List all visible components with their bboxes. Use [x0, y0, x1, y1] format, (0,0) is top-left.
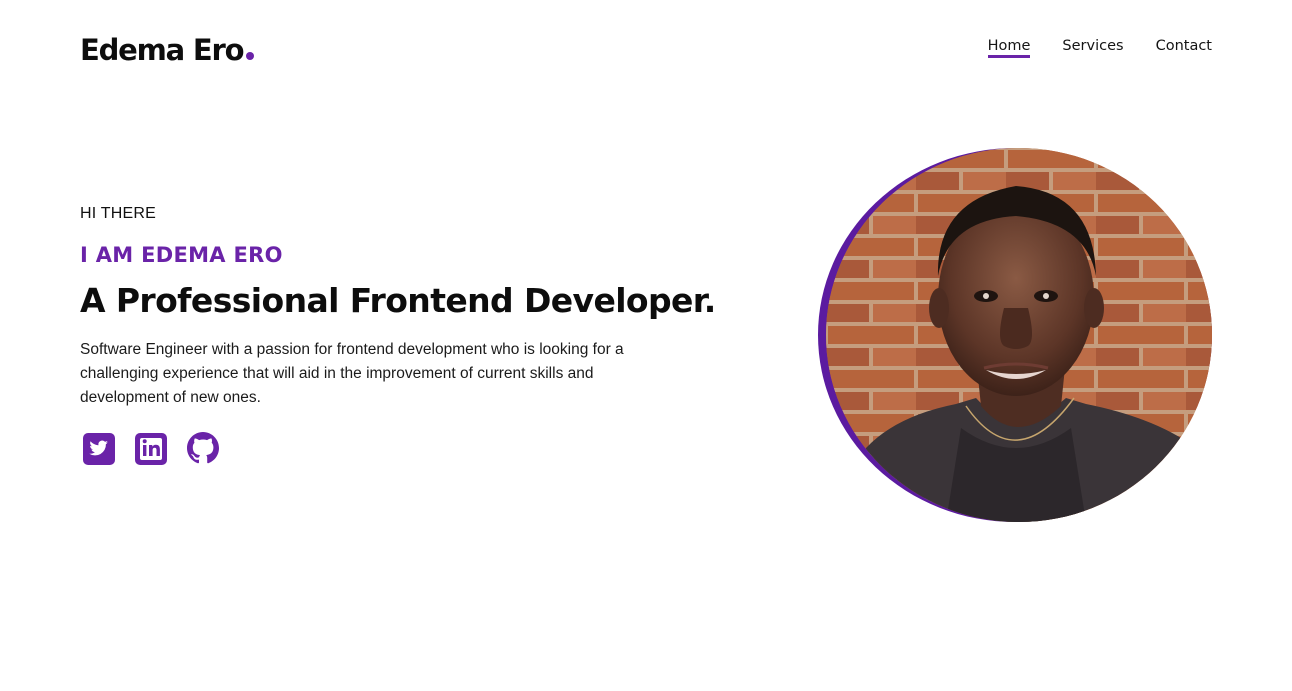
nav-link-services[interactable]: Services: [1062, 38, 1123, 57]
main-nav: Home Services Contact: [987, 38, 1212, 58]
hero-greeting: HI THERE: [80, 205, 156, 222]
twitter-icon[interactable]: [82, 430, 116, 468]
nav-link-home[interactable]: Home: [987, 38, 1030, 58]
profile-photo: [818, 148, 1212, 522]
logo-dot: [246, 52, 255, 60]
nav-link-contact[interactable]: Contact: [1156, 38, 1212, 57]
hero-intro: I AM EDEMA ERO: [80, 243, 283, 267]
hero-headline: A Professional Frontend Developer.: [80, 281, 716, 320]
linkedin-icon[interactable]: [134, 430, 168, 468]
logo-text: Edema Ero: [80, 33, 245, 67]
hero-description: Software Engineer with a passion for fro…: [80, 341, 624, 406]
photo-image: [826, 148, 1212, 522]
github-icon[interactable]: [186, 430, 220, 468]
social-links: [82, 430, 220, 468]
site-logo[interactable]: Edema Ero: [80, 30, 255, 70]
